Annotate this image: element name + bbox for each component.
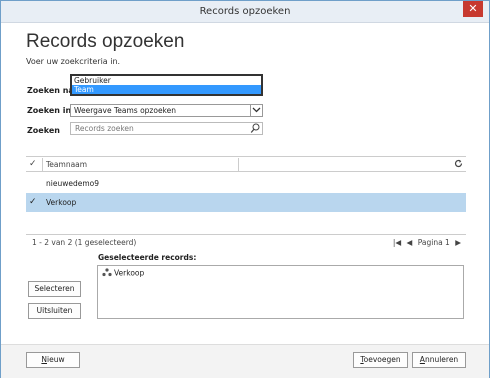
column-divider	[238, 158, 239, 171]
page-number: Pagina 1	[417, 238, 450, 247]
first-page-icon[interactable]: |◀	[393, 238, 401, 247]
nieuw-button[interactable]: Nieuw	[26, 352, 80, 368]
search-input[interactable]: Records zoeken	[70, 122, 263, 135]
chevron-down-icon[interactable]	[250, 105, 262, 116]
previous-page-icon[interactable]: ◀	[407, 238, 413, 247]
row-teamnaam: Verkoop	[46, 198, 77, 207]
zoeken-in-select[interactable]: Weergave Teams opzoeken	[70, 104, 263, 117]
window-title: Records opzoeken	[199, 6, 291, 17]
uitsluiten-button[interactable]: Uitsluiten	[28, 303, 81, 319]
close-icon: ✕	[468, 2, 478, 15]
pager: 1 - 2 van 2 (1 geselecteerd) |◀ ◀ Pagina…	[26, 234, 466, 248]
selecteren-button[interactable]: Selecteren	[28, 281, 81, 297]
pager-nav: |◀ ◀ Pagina 1 ▶	[390, 238, 461, 247]
select-all-checkmark-icon[interactable]: ✓	[29, 159, 37, 169]
selected-records-list[interactable]: Verkoop	[97, 265, 464, 319]
results-grid: ✓ Teamnaam nieuwedemo9 ✓ Verkoop	[26, 156, 466, 236]
title-bar: Records opzoeken ✕	[1, 1, 489, 23]
page-subtitle: Voer uw zoekcriteria in.	[26, 57, 121, 66]
table-row-selected[interactable]: ✓ Verkoop	[26, 193, 466, 212]
option-gebruiker[interactable]: Gebruiker	[72, 76, 261, 85]
close-button[interactable]: ✕	[463, 1, 483, 17]
grid-header: ✓ Teamnaam	[26, 156, 466, 172]
row-checkmark-icon[interactable]: ✓	[29, 193, 37, 212]
selected-record-name: Verkoop	[114, 268, 145, 278]
option-team[interactable]: Team	[72, 85, 261, 94]
zoeken-naar-dropdown-list[interactable]: Gebruiker Team	[70, 74, 263, 96]
selected-record-item[interactable]: Verkoop	[102, 268, 144, 279]
lookup-dialog: Records opzoeken ✕ Records opzoeken Voer…	[0, 0, 490, 378]
table-row[interactable]: nieuwedemo9	[26, 174, 466, 193]
column-divider	[42, 158, 43, 171]
next-page-icon[interactable]: ▶	[455, 238, 461, 247]
team-icon	[102, 268, 112, 279]
record-count: 1 - 2 van 2 (1 geselecteerd)	[32, 238, 137, 247]
zoeken-in-value: Weergave Teams opzoeken	[74, 106, 176, 115]
refresh-icon[interactable]	[454, 159, 463, 171]
column-header-teamnaam[interactable]: Teamnaam	[46, 160, 87, 169]
row-teamnaam: nieuwedemo9	[46, 179, 99, 188]
annuleren-button[interactable]: Annuleren	[412, 352, 466, 368]
selected-records-label: Geselecteerde records:	[98, 253, 197, 262]
toevoegen-button[interactable]: Toevoegen	[353, 352, 408, 368]
search-placeholder: Records zoeken	[75, 124, 134, 133]
zoeken-label: Zoeken	[27, 126, 60, 135]
search-icon[interactable]	[250, 123, 260, 134]
zoeken-in-label: Zoeken in	[27, 106, 72, 115]
page-title: Records opzoeken	[26, 31, 185, 52]
